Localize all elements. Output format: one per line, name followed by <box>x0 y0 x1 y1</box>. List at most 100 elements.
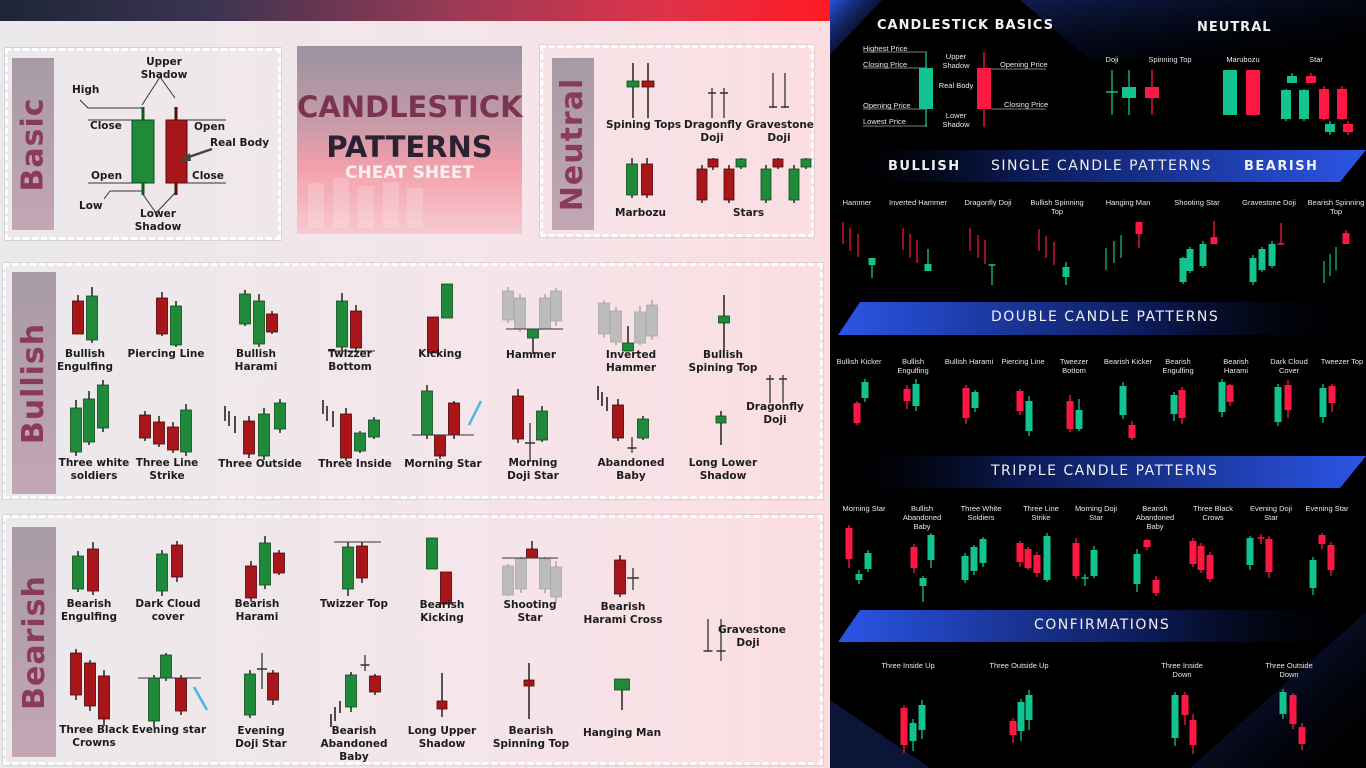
bullish-candle <box>1133 549 1141 592</box>
bearish-candle <box>84 660 96 711</box>
pattern-label: Kicking <box>418 348 462 360</box>
bullish-candle <box>368 417 380 439</box>
bearish-candle <box>1318 533 1326 549</box>
label-open-green: Open <box>91 170 123 182</box>
bearish-candle <box>448 401 460 439</box>
pattern-label: Piercing Line <box>1001 357 1045 366</box>
bullish-candle <box>1171 692 1179 746</box>
bullish-candle <box>735 158 747 169</box>
bearish-candle <box>369 674 381 695</box>
doji-candle <box>769 73 777 108</box>
pattern-label: Hammer <box>505 349 557 361</box>
bullish-candle <box>274 399 286 433</box>
bullish-candle <box>536 406 548 442</box>
bearish-candle <box>243 416 255 458</box>
bearish-candle <box>1145 70 1159 115</box>
bearish-candle <box>167 422 179 453</box>
pattern-label: Spining Tops <box>606 119 682 131</box>
pattern-label: Three Black Crowns <box>59 724 129 749</box>
bearish-candle <box>171 541 183 582</box>
pattern-label: Stars <box>733 207 765 219</box>
bearish-candle <box>845 525 853 568</box>
bearish-candle <box>356 542 368 583</box>
bearish-candle <box>1306 73 1316 83</box>
pattern-label: Twizzer Bottom <box>328 348 372 373</box>
bearish-candle <box>853 401 861 425</box>
bullish-candle <box>614 678 630 710</box>
basics-label: Lowest Price <box>863 117 906 126</box>
basic-section-label: Basic <box>12 58 54 230</box>
doji-candle <box>257 653 267 689</box>
basics-label: Opening Price <box>863 101 911 110</box>
bearish-candle <box>1210 221 1218 244</box>
bearish-candle <box>1265 536 1273 578</box>
pattern-label: Dragonfly Doji <box>746 401 804 426</box>
bearish-candle <box>139 411 151 441</box>
bearish-candle <box>641 63 655 118</box>
bearish-candle <box>1128 421 1136 440</box>
basic-bullish-candle <box>919 68 933 109</box>
pattern-label: Hanging Man <box>1105 198 1151 207</box>
bullish-candle <box>345 672 357 712</box>
bearish-candle <box>696 165 708 203</box>
top-gradient-bar <box>0 0 830 21</box>
bullish-candle <box>180 404 192 456</box>
bullish-candle <box>637 416 649 440</box>
pattern-label: Bearish Abandoned Baby <box>320 725 388 763</box>
bearish-candle <box>903 385 911 409</box>
bearish-candle <box>641 158 653 198</box>
bullish-candle <box>800 158 812 169</box>
bearish-candle <box>1189 538 1197 567</box>
bullish-candle <box>253 294 265 347</box>
bullish-candle <box>1218 379 1226 417</box>
bullish-candle <box>83 391 95 445</box>
pattern-label: Spinning Top <box>1148 55 1192 64</box>
bearish-candle <box>634 306 646 345</box>
bearish-candle <box>72 295 84 335</box>
pattern-label: Bullish Kicker <box>836 357 882 366</box>
bullish-candle <box>622 326 634 352</box>
bearish-candle <box>1135 222 1143 248</box>
bearish-candle <box>266 311 278 334</box>
bullish-candle <box>1249 255 1257 285</box>
label-close-green: Close <box>90 120 122 132</box>
pattern-label: Dragonfly Doji <box>964 198 1012 207</box>
bearish-candle <box>523 663 535 719</box>
bearish-candle <box>1189 714 1197 754</box>
bearish-candle <box>1284 380 1292 418</box>
pattern-label: Bullish Abandoned Baby <box>902 504 942 531</box>
bullish-candle <box>924 249 932 271</box>
pattern-label: Piercing Line <box>127 348 205 360</box>
bullish-candle <box>1017 699 1025 741</box>
left-cheat-sheet: Basic High Upper Shadow Close Open Low L… <box>0 0 830 768</box>
pattern-label: Bearish Spinning Top <box>492 725 570 750</box>
label-real-body: Real Body <box>210 137 270 149</box>
label-lower-shadow: Lower Shadow <box>134 208 182 233</box>
bearish-candle <box>1072 538 1080 579</box>
pattern-label: Morning Star <box>404 458 482 470</box>
bullish-candle <box>1246 536 1254 570</box>
direction-arrow-icon <box>192 686 209 711</box>
pattern-label: Three Outside Up <box>989 661 1049 670</box>
pattern-label: Morning Star <box>842 504 886 513</box>
pattern-label: Long Upper Shadow <box>407 725 477 750</box>
bullish-candle <box>970 545 978 575</box>
bullish-candle <box>160 653 172 681</box>
bearish-candle <box>340 408 352 461</box>
bullish-candle <box>86 287 98 343</box>
label-high: High <box>72 84 100 96</box>
bullish-candle <box>259 536 271 589</box>
bearish-candle <box>1226 384 1234 406</box>
pattern-label: Three Line Strike <box>135 457 199 482</box>
bullish-candle <box>718 295 730 352</box>
pattern-label: Three white soldiers <box>58 457 130 482</box>
bearish-candle <box>550 561 562 603</box>
title-line-3: CHEAT SHEET <box>345 163 474 183</box>
bullish-candle <box>1122 70 1136 115</box>
pattern-label: Bullish Engulfing <box>897 357 929 375</box>
bullish-candle <box>1119 382 1127 419</box>
pattern-label: Star <box>1309 55 1323 64</box>
bullish-candle <box>1199 241 1207 268</box>
bearish-candle <box>1009 718 1017 743</box>
bearish-candle <box>550 288 562 326</box>
